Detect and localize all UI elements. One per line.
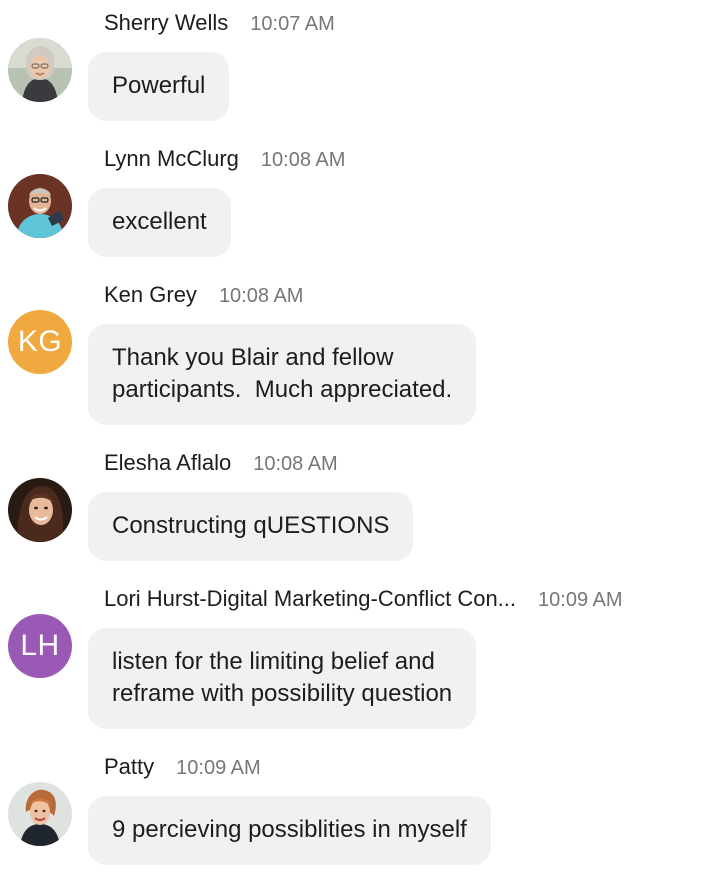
message-bubble[interactable]: Powerful [88, 52, 230, 121]
message-time: 10:08 AM [218, 285, 304, 307]
sender-name: Ken Grey [104, 282, 197, 307]
message-time: 10:08 AM [260, 149, 346, 171]
message-text: participants. Much appreciated. [112, 376, 453, 403]
message-header: Sherry Wells 10:07 AM [104, 10, 335, 40]
message-bubble[interactable]: Thank you Blair and fellow participants.… [88, 324, 477, 425]
message-bubble[interactable]: excellent [88, 188, 231, 257]
message-text: Thank you Blair and fellow [112, 344, 394, 371]
sender-name: Patty [104, 754, 155, 779]
message-header: Ken Grey 10:08 AM [104, 282, 303, 312]
message-bubble[interactable]: 9 percieving possiblities in myself [88, 796, 491, 865]
sender-name: Lori Hurst-Digital Marketing-Conflict Co… [104, 586, 517, 611]
message-bubble[interactable]: Constructing qUESTIONS [88, 492, 414, 561]
message-header: Lori Hurst-Digital Marketing-Conflict Co… [104, 586, 623, 616]
message-time: 10:09 AM [176, 757, 261, 779]
avatar-initials[interactable]: LH [8, 614, 72, 678]
message-time: 10:09 AM [538, 589, 623, 611]
avatar[interactable] [8, 782, 72, 846]
message-text: 9 percieving possiblities in myself [112, 816, 467, 843]
message-time: 10:07 AM [250, 13, 335, 35]
message-header: Patty 10:09 AM [104, 754, 261, 784]
sender-name: Sherry Wells [104, 10, 229, 35]
sender-name: Lynn McClurg [104, 146, 239, 171]
message-bubble[interactable]: listen for the limiting belief and refra… [88, 628, 477, 729]
message-text: Constructing qUESTIONS [112, 512, 390, 539]
avatar[interactable] [8, 478, 72, 542]
message-text: excellent [112, 208, 207, 235]
avatar[interactable] [8, 174, 72, 238]
message-text: listen for the limiting belief and [112, 648, 435, 675]
avatar[interactable] [8, 38, 72, 102]
message-text: reframe with possibility question [112, 680, 453, 707]
message-text: Powerful [112, 72, 206, 99]
chat-message-list: Sherry Wells 10:07 AM Powerful Lynn McCl… [0, 0, 722, 876]
sender-name: Elesha Aflalo [104, 450, 232, 475]
message-time: 10:08 AM [253, 453, 338, 475]
message-header: Elesha Aflalo 10:08 AM [104, 450, 338, 480]
avatar-initials[interactable]: KG [8, 310, 72, 374]
message-header: Lynn McClurg 10:08 AM [104, 146, 345, 176]
